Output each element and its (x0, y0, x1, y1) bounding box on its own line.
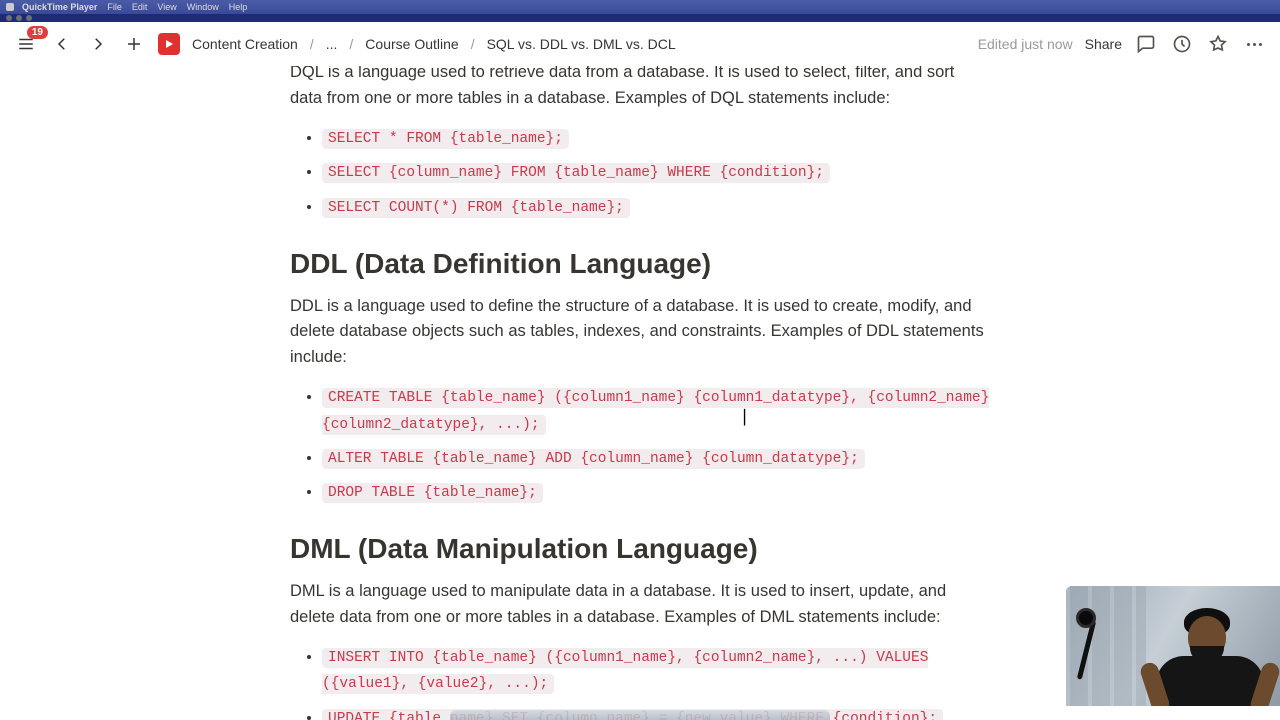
code-ddl-1[interactable]: CREATE TABLE {table_name} ({column1_name… (322, 388, 989, 434)
code-dql-3[interactable]: SELECT COUNT(*) FROM {table_name}; (322, 198, 630, 218)
ddl-paragraph[interactable]: DDL is a language used to define the str… (290, 294, 990, 371)
menu-help[interactable]: Help (229, 2, 248, 12)
macos-dock[interactable] (450, 710, 830, 720)
webcam-overlay (1066, 586, 1280, 706)
code-dql-2[interactable]: SELECT {column_name} FROM {table_name} W… (322, 163, 830, 183)
macos-menubar: QuickTime Player File Edit View Window H… (0, 0, 1280, 14)
list-item[interactable]: SELECT * FROM {table_name}; (322, 125, 990, 151)
code-dml-1[interactable]: INSERT INTO {table_name} ({column1_name}… (322, 648, 928, 694)
presenter-figure (1150, 602, 1270, 706)
crumb-ellipsis[interactable]: ... (326, 36, 338, 52)
ddl-list: CREATE TABLE {table_name} ({column1_name… (290, 384, 990, 505)
code-ddl-2[interactable]: ALTER TABLE {table_name} ADD {column_nam… (322, 449, 865, 469)
more-icon[interactable] (1242, 32, 1266, 56)
crumb-page-title[interactable]: SQL vs. DDL vs. DML vs. DCL (487, 36, 676, 52)
list-item[interactable]: ALTER TABLE {table_name} ADD {column_nam… (322, 445, 990, 471)
dml-list: INSERT INTO {table_name} ({column1_name}… (290, 644, 990, 720)
ddl-heading[interactable]: DDL (Data Definition Language) (290, 248, 990, 280)
list-item[interactable]: INSERT INTO {table_name} ({column1_name}… (322, 644, 990, 696)
traffic-lights[interactable] (6, 15, 32, 21)
edited-timestamp: Edited just now (978, 36, 1073, 52)
notification-badge: 19 (27, 26, 48, 39)
window-titlebar (0, 14, 1280, 22)
menu-window[interactable]: Window (187, 2, 219, 12)
microphone-head-icon (1076, 608, 1096, 628)
apple-icon[interactable] (6, 3, 14, 11)
menu-file[interactable]: File (107, 2, 122, 12)
new-tab-button[interactable] (122, 32, 146, 56)
crumb-content-creation[interactable]: Content Creation (192, 36, 298, 52)
crumb-sep: / (471, 36, 475, 52)
crumb-course-outline[interactable]: Course Outline (365, 36, 458, 52)
menu-view[interactable]: View (157, 2, 176, 12)
menu-edit[interactable]: Edit (132, 2, 148, 12)
list-item[interactable]: DROP TABLE {table_name}; (322, 479, 990, 505)
favorite-icon[interactable] (1206, 32, 1230, 56)
crumb-sep: / (349, 36, 353, 52)
menubar-app-name[interactable]: QuickTime Player (22, 2, 97, 12)
updates-icon[interactable] (1170, 32, 1194, 56)
notion-topbar: 19 Content Creation / ... / Course Outli… (0, 22, 1280, 66)
nav-back-button[interactable] (50, 32, 74, 56)
code-ddl-3[interactable]: DROP TABLE {table_name}; (322, 483, 543, 503)
list-item[interactable]: CREATE TABLE {table_name} ({column1_name… (322, 384, 990, 436)
dml-paragraph[interactable]: DML is a language used to manipulate dat… (290, 579, 990, 630)
nav-forward-button[interactable] (86, 32, 110, 56)
dql-intro-paragraph[interactable]: DQL is a language used to retrieve data … (290, 66, 990, 111)
code-dql-1[interactable]: SELECT * FROM {table_name}; (322, 129, 569, 149)
list-item[interactable]: SELECT COUNT(*) FROM {table_name}; (322, 194, 990, 220)
comments-icon[interactable] (1134, 32, 1158, 56)
text-caret: ▏ (744, 409, 755, 426)
sidebar-toggle-button[interactable]: 19 (14, 32, 38, 56)
crumb-sep: / (310, 36, 314, 52)
dql-list: SELECT * FROM {table_name}; SELECT {colu… (290, 125, 990, 220)
page-icon-youtube[interactable] (158, 33, 180, 55)
document-content[interactable]: DQL is a language used to retrieve data … (250, 66, 1030, 720)
share-button[interactable]: Share (1085, 36, 1122, 52)
list-item[interactable]: SELECT {column_name} FROM {table_name} W… (322, 159, 990, 185)
dml-heading[interactable]: DML (Data Manipulation Language) (290, 533, 990, 565)
